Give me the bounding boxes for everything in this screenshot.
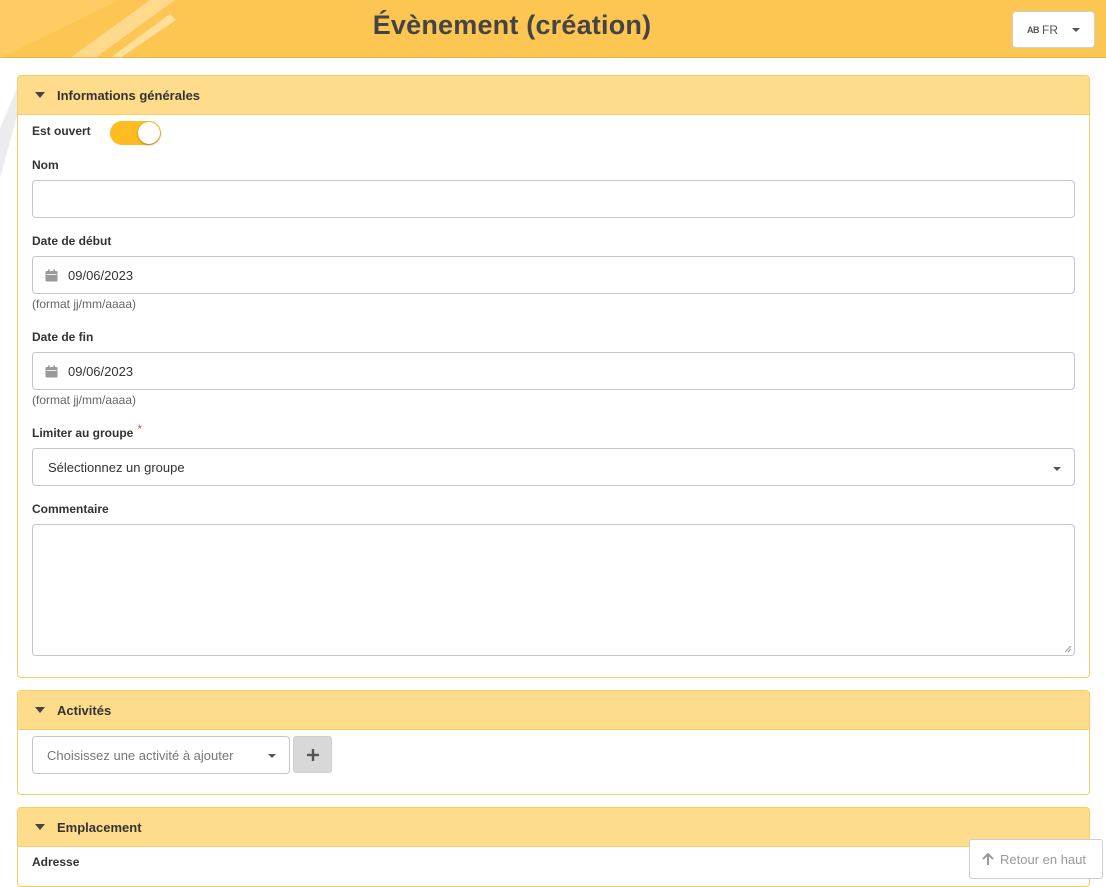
- chevron-down-icon: [1072, 28, 1080, 32]
- collapse-triangle-icon: [35, 824, 45, 830]
- page-title: Évènement (création): [372, 10, 652, 40]
- comment-label: Commentaire: [32, 502, 109, 516]
- comment-field[interactable]: [32, 524, 1075, 656]
- toggle-knob: [138, 122, 160, 144]
- plus-icon: [306, 748, 319, 761]
- panel-header-location[interactable]: Emplacement: [18, 808, 1089, 847]
- required-mark: *: [137, 422, 143, 436]
- panel-header-activities[interactable]: Activités: [18, 691, 1089, 730]
- activity-select-placeholder: Choisissez une activité à ajouter: [47, 747, 234, 763]
- group-label: Limiter au groupe *: [32, 422, 142, 440]
- panel-title: Emplacement: [57, 819, 142, 835]
- add-activity-button[interactable]: [293, 736, 332, 773]
- chevron-down-icon: [268, 754, 276, 758]
- collapse-triangle-icon: [35, 92, 45, 98]
- name-input[interactable]: [33, 181, 1074, 217]
- is-open-toggle[interactable]: [110, 121, 161, 145]
- resize-grip-icon[interactable]: [1065, 646, 1072, 653]
- arrow-up-icon: [982, 852, 994, 865]
- start-date-value: 09/06/2023: [68, 267, 134, 283]
- end-date-label: Date de fin: [32, 330, 94, 344]
- end-date-value: 09/06/2023: [68, 363, 134, 379]
- end-date-format-hint: (format jj/mm/aaaa): [32, 393, 137, 407]
- language-code: FR: [1042, 22, 1058, 37]
- group-select[interactable]: Sélectionnez un groupe: [32, 448, 1075, 486]
- name-field[interactable]: [32, 180, 1075, 218]
- panel-title: Informations générales: [57, 87, 201, 103]
- comment-textarea[interactable]: [33, 525, 1074, 655]
- calendar-icon: [45, 269, 58, 281]
- panel-activities: Activités Choisissez une activité à ajou…: [17, 690, 1090, 795]
- language-icon: A⁠B: [1027, 24, 1040, 35]
- group-label-text: Limiter au groupe: [32, 426, 134, 440]
- language-dropdown[interactable]: A⁠B FR: [1012, 11, 1095, 48]
- top-header: Évènement (création) A⁠B FR: [0, 0, 1106, 58]
- panel-location: Emplacement Adresse: [17, 807, 1090, 887]
- panel-header-general-information[interactable]: Informations générales: [18, 76, 1089, 115]
- group-select-value: Sélectionnez un groupe: [48, 459, 185, 475]
- chevron-down-icon: [1053, 467, 1061, 471]
- start-date-field[interactable]: 09/06/2023: [32, 256, 1075, 294]
- activity-select[interactable]: Choisissez une activité à ajouter: [32, 736, 290, 774]
- start-date-label: Date de début: [32, 234, 112, 248]
- address-label: Adresse: [32, 855, 80, 869]
- name-label: Nom: [32, 158, 59, 172]
- panel-title: Activités: [57, 702, 112, 718]
- start-date-format-hint: (format jj/mm/aaaa): [32, 297, 137, 311]
- back-to-top-label: Retour en haut: [1000, 851, 1087, 867]
- calendar-icon: [45, 365, 58, 377]
- is-open-label: Est ouvert: [32, 124, 91, 138]
- panel-general-information: Informations générales Est ouvert Nom Da…: [17, 75, 1090, 678]
- back-to-top-button[interactable]: Retour en haut: [969, 839, 1103, 879]
- end-date-field[interactable]: 09/06/2023: [32, 352, 1075, 390]
- collapse-triangle-icon: [35, 707, 45, 713]
